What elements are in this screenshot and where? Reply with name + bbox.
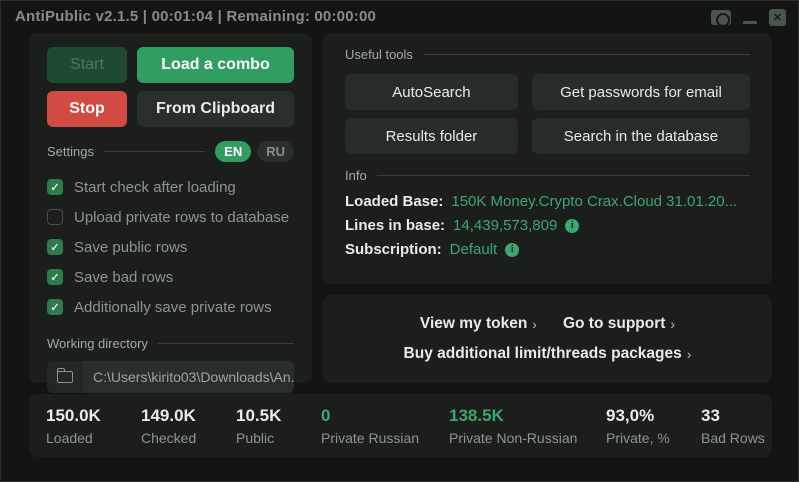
loaded-base-value: 150K Money.Crypto Crax.Cloud 31.01.20... xyxy=(451,193,737,210)
close-icon[interactable] xyxy=(769,9,786,26)
checkbox-label: Additionally save private rows xyxy=(74,299,272,316)
title-bar: AntiPublic v2.1.5 | 00:01:04 | Remaining… xyxy=(1,1,798,31)
subscription-row: Subscription: Default xyxy=(345,241,750,258)
info-icon[interactable] xyxy=(565,219,579,233)
folder-icon xyxy=(57,371,73,383)
stat-label: Bad Rows xyxy=(701,430,765,446)
checkbox-label: Save bad rows xyxy=(74,269,173,286)
go-to-support-link[interactable]: Go to support › xyxy=(563,315,675,333)
working-directory-label: Working directory xyxy=(47,336,148,351)
stat-value: 33 xyxy=(701,406,765,426)
stat-value: 138.5K xyxy=(449,406,606,426)
search-database-button[interactable]: Search in the database xyxy=(532,118,750,154)
stat-checked: 149.0K Checked xyxy=(141,406,236,446)
checkbox-box[interactable] xyxy=(47,269,63,285)
checkbox-additionally-save-private-rows[interactable]: Additionally save private rows xyxy=(47,292,294,322)
stat-value: 150.0K xyxy=(46,406,141,426)
stat-value: 0 xyxy=(321,406,449,426)
checkbox-save-public-rows[interactable]: Save public rows xyxy=(47,232,294,262)
subscription-value: Default xyxy=(450,241,498,258)
chevron-right-icon: › xyxy=(532,316,537,332)
results-folder-button[interactable]: Results folder xyxy=(345,118,518,154)
lines-in-base-value: 14,439,573,809 xyxy=(453,217,557,234)
stats-bar: 150.0K Loaded 149.0K Checked 10.5K Publi… xyxy=(29,394,772,457)
settings-label: Settings xyxy=(47,144,94,159)
load-combo-button[interactable]: Load a combo xyxy=(137,47,294,83)
stop-button[interactable]: Stop xyxy=(47,91,127,127)
language-ru-toggle[interactable]: RU xyxy=(257,141,294,162)
checkbox-start-check-after-loading[interactable]: Start check after loading xyxy=(47,172,294,202)
go-to-support-label: Go to support xyxy=(563,315,665,333)
stat-label: Public xyxy=(236,430,321,446)
useful-tools-label: Useful tools xyxy=(345,47,413,62)
links-panel: View my token › Go to support › Buy addi… xyxy=(323,295,772,383)
useful-tools-header: Useful tools xyxy=(345,47,750,62)
view-token-label: View my token xyxy=(420,315,527,333)
stat-public: 10.5K Public xyxy=(236,406,321,446)
info-label: Info xyxy=(345,168,367,183)
checkbox-upload-private-rows[interactable]: Upload private rows to database xyxy=(47,202,294,232)
autosearch-button[interactable]: AutoSearch xyxy=(345,74,518,110)
window-controls xyxy=(711,1,786,31)
checkbox-box[interactable] xyxy=(47,299,63,315)
language-switch: EN RU xyxy=(215,141,294,162)
checkbox-save-bad-rows[interactable]: Save bad rows xyxy=(47,262,294,292)
stat-label: Private, % xyxy=(606,430,701,446)
stat-private-russian: 0 Private Russian xyxy=(321,406,449,446)
stat-bad-rows: 33 Bad Rows xyxy=(701,406,765,446)
start-button[interactable]: Start xyxy=(47,47,127,83)
window-title: AntiPublic v2.1.5 | 00:01:04 | Remaining… xyxy=(15,8,376,25)
lines-in-base-row: Lines in base: 14,439,573,809 xyxy=(345,217,750,234)
browse-folder-button[interactable] xyxy=(47,361,83,393)
divider xyxy=(423,54,750,55)
stat-label: Loaded xyxy=(46,430,141,446)
working-directory-header: Working directory xyxy=(47,336,294,351)
buy-packages-link[interactable]: Buy additional limit/threads packages › xyxy=(404,345,692,363)
subscription-label: Subscription: xyxy=(345,241,442,258)
loaded-base-row: Loaded Base: 150K Money.Crypto Crax.Clou… xyxy=(345,193,750,210)
stat-label: Checked xyxy=(141,430,236,446)
stat-value: 149.0K xyxy=(141,406,236,426)
stat-loaded: 150.0K Loaded xyxy=(46,406,141,446)
screenshot-camera-icon[interactable] xyxy=(711,10,731,25)
view-token-link[interactable]: View my token › xyxy=(420,315,537,333)
minimize-icon[interactable] xyxy=(743,21,757,24)
info-icon[interactable] xyxy=(505,243,519,257)
checkbox-label: Save public rows xyxy=(74,239,187,256)
divider xyxy=(158,343,294,344)
language-en-toggle[interactable]: EN xyxy=(215,141,251,162)
stat-label: Private Non-Russian xyxy=(449,430,606,446)
stat-private-non-russian: 138.5K Private Non-Russian xyxy=(449,406,606,446)
checkbox-box[interactable] xyxy=(47,239,63,255)
checkbox-label: Upload private rows to database xyxy=(74,209,289,226)
lines-in-base-label: Lines in base: xyxy=(345,217,445,234)
control-panel: Start Load a combo Stop From Clipboard S… xyxy=(29,33,312,383)
divider xyxy=(104,151,205,152)
loaded-base-label: Loaded Base: xyxy=(345,193,443,210)
tools-info-panel: Useful tools AutoSearch Get passwords fo… xyxy=(323,33,772,284)
stat-label: Private Russian xyxy=(321,430,449,446)
checkbox-label: Start check after loading xyxy=(74,179,236,196)
checkbox-box[interactable] xyxy=(47,179,63,195)
stat-private-percent: 93,0% Private, % xyxy=(606,406,701,446)
get-passwords-button[interactable]: Get passwords for email xyxy=(532,74,750,110)
stat-value: 10.5K xyxy=(236,406,321,426)
from-clipboard-button[interactable]: From Clipboard xyxy=(137,91,294,127)
info-header: Info xyxy=(345,168,750,183)
working-directory-path[interactable]: C:\Users\kirito03\Downloads\An... xyxy=(83,361,294,393)
settings-header: Settings EN RU xyxy=(47,141,294,162)
chevron-right-icon: › xyxy=(670,316,675,332)
working-directory-row: C:\Users\kirito03\Downloads\An... xyxy=(47,361,294,393)
stat-value: 93,0% xyxy=(606,406,701,426)
chevron-right-icon: › xyxy=(687,346,692,362)
checkbox-box[interactable] xyxy=(47,209,63,225)
divider xyxy=(377,175,750,176)
buy-packages-label: Buy additional limit/threads packages xyxy=(404,345,682,363)
